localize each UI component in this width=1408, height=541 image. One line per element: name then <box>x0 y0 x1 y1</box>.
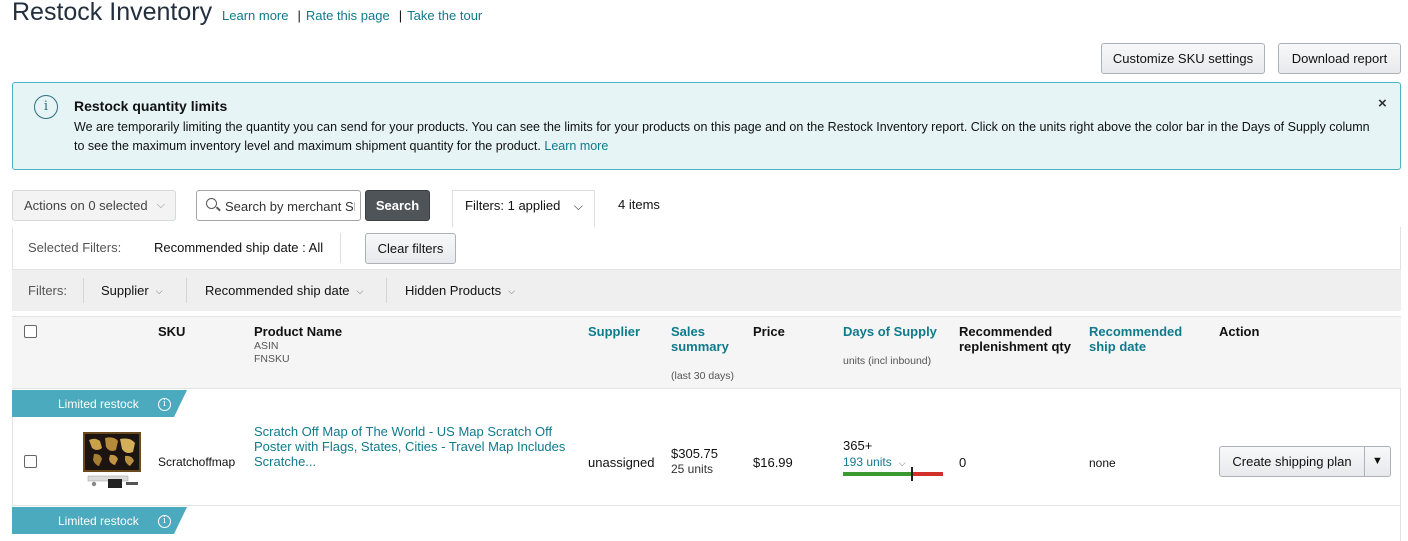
items-count: 4 items <box>618 197 660 212</box>
clear-filters-button[interactable]: Clear filters <box>365 233 456 264</box>
product-thumbnail[interactable] <box>80 428 144 492</box>
selected-filter-value: Recommended ship date : All <box>154 240 324 255</box>
link-separator: | <box>297 8 301 23</box>
divider <box>83 278 84 303</box>
row-sales-amount: $305.75 <box>671 446 718 461</box>
filter-hidden-products-label: Hidden Products <box>405 283 502 298</box>
row-sku: Scratchoffmap <box>158 455 236 469</box>
info-icon[interactable]: i <box>158 515 171 528</box>
alert-title: Restock quantity limits <box>74 98 228 114</box>
restock-limits-alert: i Restock quantity limits We are tempora… <box>12 82 1401 170</box>
header-rec-qty-line1: Recommended <box>959 324 1053 339</box>
filter-ship-date-label: Recommended ship date <box>205 283 350 298</box>
search-icon <box>206 198 217 209</box>
supply-bar-green <box>843 472 913 476</box>
row-border <box>12 417 13 506</box>
header-units-incl-inbound: units (incl inbound) <box>843 355 932 367</box>
create-shipping-plan-button[interactable]: Create shipping plan <box>1219 446 1365 477</box>
header-product-name: Product Name <box>254 324 343 339</box>
filters-tab-label: Filters: 1 applied <box>465 198 561 213</box>
alert-body: We are temporarily limiting the quantity… <box>74 120 1370 153</box>
filter-hidden-products-dropdown[interactable]: Hidden Products ⌵ <box>405 283 515 298</box>
search-input[interactable] <box>225 196 355 216</box>
chevron-down-icon: ⌵ <box>573 199 583 213</box>
row-units-dropdown[interactable]: 193 units ⌵ <box>843 455 906 469</box>
days-of-supply-bar <box>843 467 943 481</box>
chevron-down-icon: ⌵ <box>156 199 165 211</box>
link-separator: | <box>398 8 403 23</box>
supply-bar-marker <box>911 467 913 481</box>
info-icon[interactable]: i <box>158 398 171 411</box>
rate-page-link[interactable]: Rate this page <box>306 8 390 23</box>
header-asin: ASIN <box>254 340 279 352</box>
header-rec-qty-line2: replenishment qty <box>959 339 1071 354</box>
header-sales-line1: Sales <box>671 324 705 339</box>
limited-restock-label: Limited restock <box>58 397 139 411</box>
row-days-of-supply: 365+ <box>843 438 873 453</box>
filters-tab[interactable]: Filters: 1 applied ⌵ <box>452 190 595 227</box>
header-recommended-qty: Recommended replenishment qty <box>959 324 1071 354</box>
header-days-of-supply[interactable]: Days of Supply <box>843 324 937 339</box>
page-title: Restock Inventory <box>12 0 213 26</box>
divider <box>186 278 187 303</box>
header-action: Action <box>1219 324 1260 339</box>
alert-text: We are temporarily limiting the quantity… <box>74 118 1374 156</box>
divider <box>386 278 387 303</box>
divider <box>340 233 341 263</box>
row-units-label: 193 units <box>843 455 892 469</box>
row-recommended-qty-link[interactable]: 0 <box>959 455 966 470</box>
row-border <box>1400 506 1401 541</box>
header-sales-period: (last 30 days) <box>671 370 735 382</box>
customize-sku-settings-button[interactable]: Customize SKU settings <box>1101 43 1265 74</box>
learn-more-link[interactable]: Learn more <box>222 8 288 23</box>
header-fnsku: FNSKU <box>254 353 290 365</box>
bulk-actions-dropdown[interactable]: Actions on 0 selected ⌵ <box>12 190 176 221</box>
take-tour-link[interactable]: Take the tour <box>407 8 482 23</box>
filter-bar-label: Filters: <box>28 283 67 298</box>
header-sales-summary[interactable]: Sales summary <box>671 324 729 354</box>
header-recommended-ship-date[interactable]: Recommended ship date <box>1089 324 1182 354</box>
info-icon: i <box>34 95 58 119</box>
alert-learn-more-link[interactable]: Learn more <box>544 139 608 153</box>
filter-supplier-dropdown[interactable]: Supplier ⌵ <box>101 283 163 298</box>
header-rec-date-line2: ship date <box>1089 339 1147 354</box>
header-supplier[interactable]: Supplier <box>588 324 640 339</box>
header-links: Learn more | Rate this page | Take the tour <box>222 8 482 23</box>
row-price-link[interactable]: $16.99 <box>753 455 793 470</box>
row-divider <box>12 505 1401 506</box>
limited-restock-label: Limited restock <box>58 514 139 528</box>
row-border <box>1400 389 1401 506</box>
search-box[interactable] <box>196 190 361 221</box>
close-icon[interactable]: × <box>1378 95 1387 112</box>
select-all-checkbox[interactable] <box>24 325 37 338</box>
bulk-actions-label: Actions on 0 selected <box>24 198 148 213</box>
selected-filters-label: Selected Filters: <box>28 240 122 255</box>
row-recommended-ship-date: none <box>1089 456 1116 470</box>
download-report-button[interactable]: Download report <box>1278 43 1401 74</box>
search-button[interactable]: Search <box>365 190 430 221</box>
row-product-name-link[interactable]: Scratch Off Map of The World - US Map Sc… <box>254 424 574 469</box>
header-sku[interactable]: SKU <box>158 324 185 339</box>
chevron-down-icon: ⌵ <box>898 458 906 468</box>
filter-supplier-label: Supplier <box>101 283 149 298</box>
chevron-down-icon: ▼ <box>1372 455 1383 467</box>
row-checkbox[interactable] <box>24 455 37 468</box>
filter-ship-date-dropdown[interactable]: Recommended ship date ⌵ <box>205 283 363 298</box>
header-rec-date-line1: Recommended <box>1089 324 1183 339</box>
row-supplier: unassigned <box>588 455 655 470</box>
chevron-down-icon: ⌵ <box>508 286 515 296</box>
action-menu-button[interactable]: ▼ <box>1364 446 1391 477</box>
header-sales-line2: summary <box>671 339 729 354</box>
row-sales-units: 25 units <box>671 462 714 476</box>
chevron-down-icon: ⌵ <box>356 286 364 296</box>
chevron-down-icon: ⌵ <box>155 286 163 296</box>
header-price: Price <box>753 324 785 339</box>
supply-bar-red <box>913 472 943 476</box>
